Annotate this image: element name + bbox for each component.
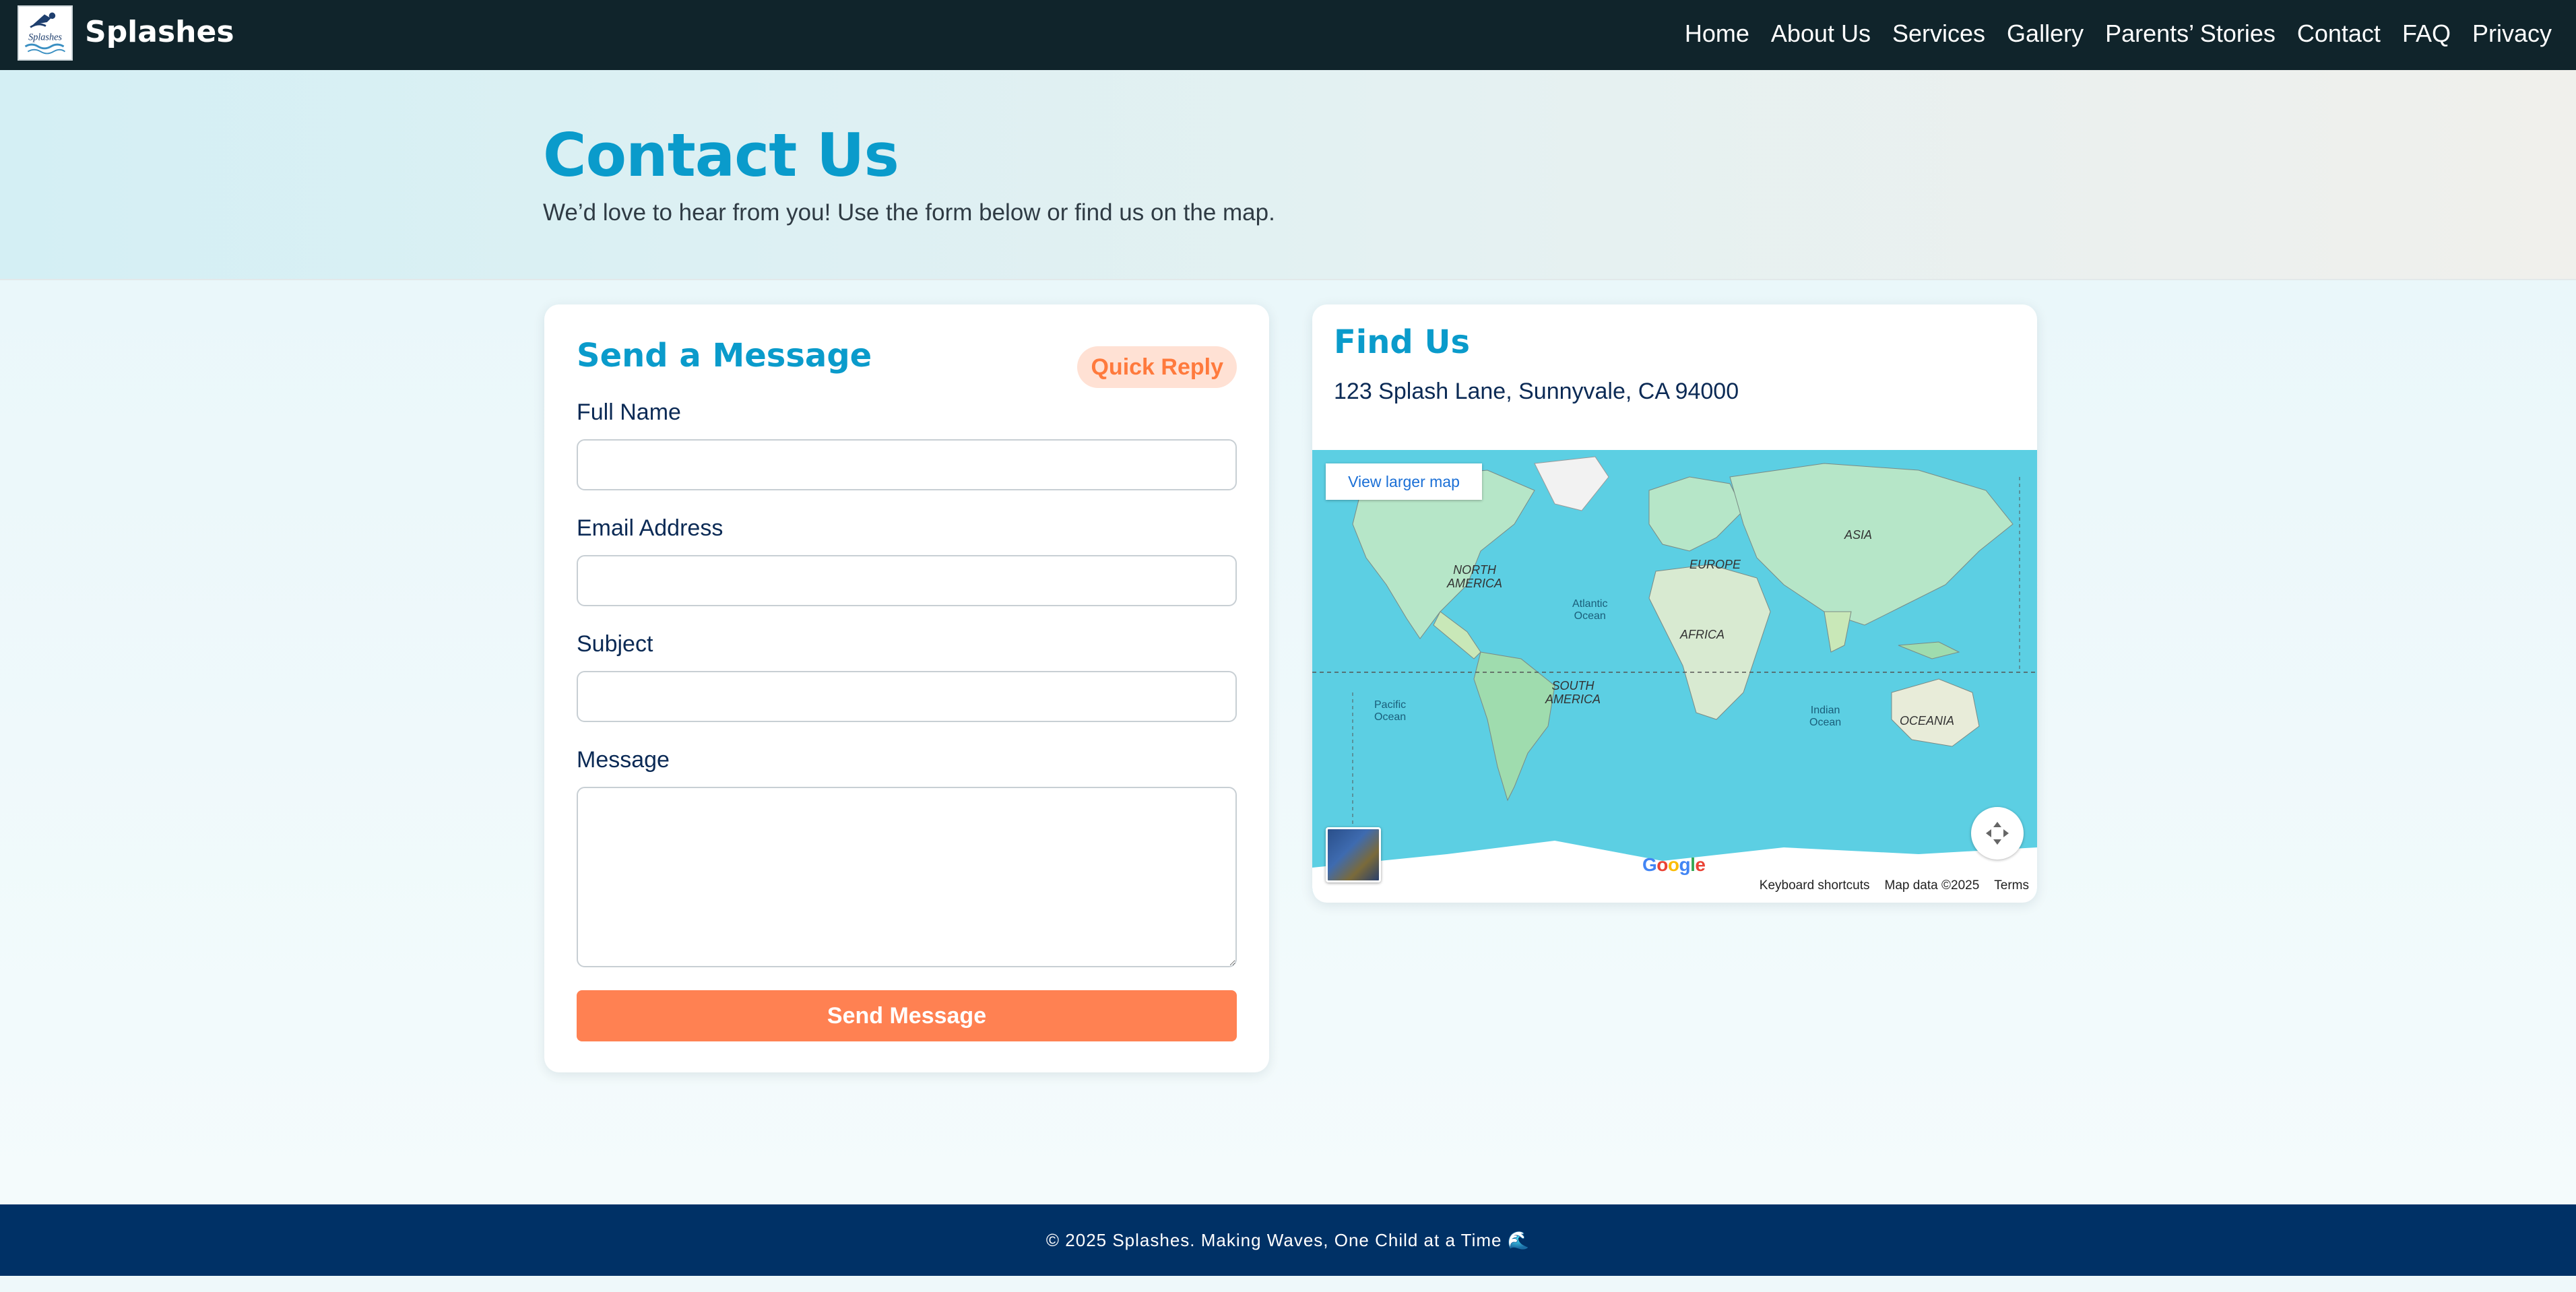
address-text: 123 Splash Lane, Sunnyvale, CA 94000 — [1334, 379, 1739, 404]
nav-parents-stories[interactable]: Parents’ Stories — [2105, 20, 2276, 48]
map-camera-control-button[interactable] — [1971, 807, 2024, 860]
embedded-map[interactable]: View larger map NORTH AMERICA EUROPE ASI… — [1312, 450, 2037, 896]
view-larger-map-link[interactable]: View larger map — [1326, 463, 1482, 500]
contact-form-card: Send a Message Quick Reply Full Name Ema… — [544, 304, 1269, 1072]
map-data-text: Map data ©2025 — [1884, 878, 1980, 893]
map-label-indian: Indian Ocean — [1809, 705, 1842, 728]
svg-text:Splashes: Splashes — [28, 32, 62, 42]
map-attribution-bar: Keyboard shortcuts Map data ©2025 Terms — [1751, 876, 2037, 896]
map-label-pacific: Pacific Ocean — [1374, 699, 1407, 723]
message-label: Message — [577, 747, 670, 773]
email-input[interactable] — [577, 555, 1237, 606]
map-label-atlantic: Atlantic Ocean — [1572, 598, 1608, 622]
swimmer-logo-icon: Splashes — [19, 7, 71, 59]
world-map-graphic — [1312, 456, 2037, 896]
keyboard-shortcuts-link[interactable]: Keyboard shortcuts — [1760, 878, 1870, 893]
map-label-north-america: NORTH AMERICA — [1447, 563, 1503, 590]
nav-contact[interactable]: Contact — [2297, 20, 2381, 48]
brand-logo[interactable]: Splashes — [18, 5, 73, 61]
main-content — [0, 280, 2576, 1204]
nav-links: Home About Us Services Gallery Parents’ … — [1663, 0, 2552, 67]
google-logo: Google — [1642, 854, 1706, 875]
page-title: Contact Us — [543, 121, 899, 190]
nav-privacy[interactable]: Privacy — [2472, 20, 2552, 48]
find-us-card: Find Us 123 Splash Lane, Sunnyvale, CA 9… — [1312, 304, 2037, 903]
top-navbar: Splashes Splashes Home About Us Services… — [0, 0, 2576, 70]
map-label-asia: ASIA — [1844, 528, 1873, 542]
map-title: Find Us — [1334, 323, 1471, 361]
quick-reply-badge: Quick Reply — [1077, 346, 1237, 388]
message-textarea[interactable] — [577, 787, 1237, 967]
form-title: Send a Message — [577, 337, 872, 375]
bottom-strip — [0, 1276, 2576, 1292]
page-subtitle: We’d love to hear from you! Use the form… — [543, 199, 1275, 226]
map-label-south-america: SOUTH AMERICA — [1545, 679, 1601, 706]
site-footer: © 2025 Splashes. Making Waves, One Child… — [0, 1204, 2576, 1276]
footer-copyright: © 2025 Splashes. Making Waves, One Child… — [1045, 1230, 1531, 1250]
full-name-label: Full Name — [577, 399, 681, 425]
email-label: Email Address — [577, 515, 723, 541]
nav-gallery[interactable]: Gallery — [2007, 20, 2084, 48]
nav-services[interactable]: Services — [1892, 20, 1985, 48]
map-label-oceania: OCEANIA — [1900, 714, 1955, 728]
nav-home[interactable]: Home — [1685, 20, 1749, 48]
move-arrows-icon — [1986, 822, 2009, 845]
subject-label: Subject — [577, 631, 653, 657]
satellite-view-toggle[interactable] — [1326, 827, 1381, 882]
subject-input[interactable] — [577, 671, 1237, 722]
hero-section: Contact Us We’d love to hear from you! U… — [0, 70, 2576, 280]
full-name-input[interactable] — [577, 439, 1237, 490]
map-label-europe: EUROPE — [1689, 558, 1741, 571]
brand-name[interactable]: Splashes — [85, 12, 234, 53]
terms-link[interactable]: Terms — [1994, 878, 2029, 893]
map-label-africa: AFRICA — [1680, 628, 1725, 641]
nav-faq[interactable]: FAQ — [2402, 20, 2451, 48]
send-message-button[interactable]: Send Message — [577, 990, 1237, 1041]
nav-about-us[interactable]: About Us — [1771, 20, 1871, 48]
